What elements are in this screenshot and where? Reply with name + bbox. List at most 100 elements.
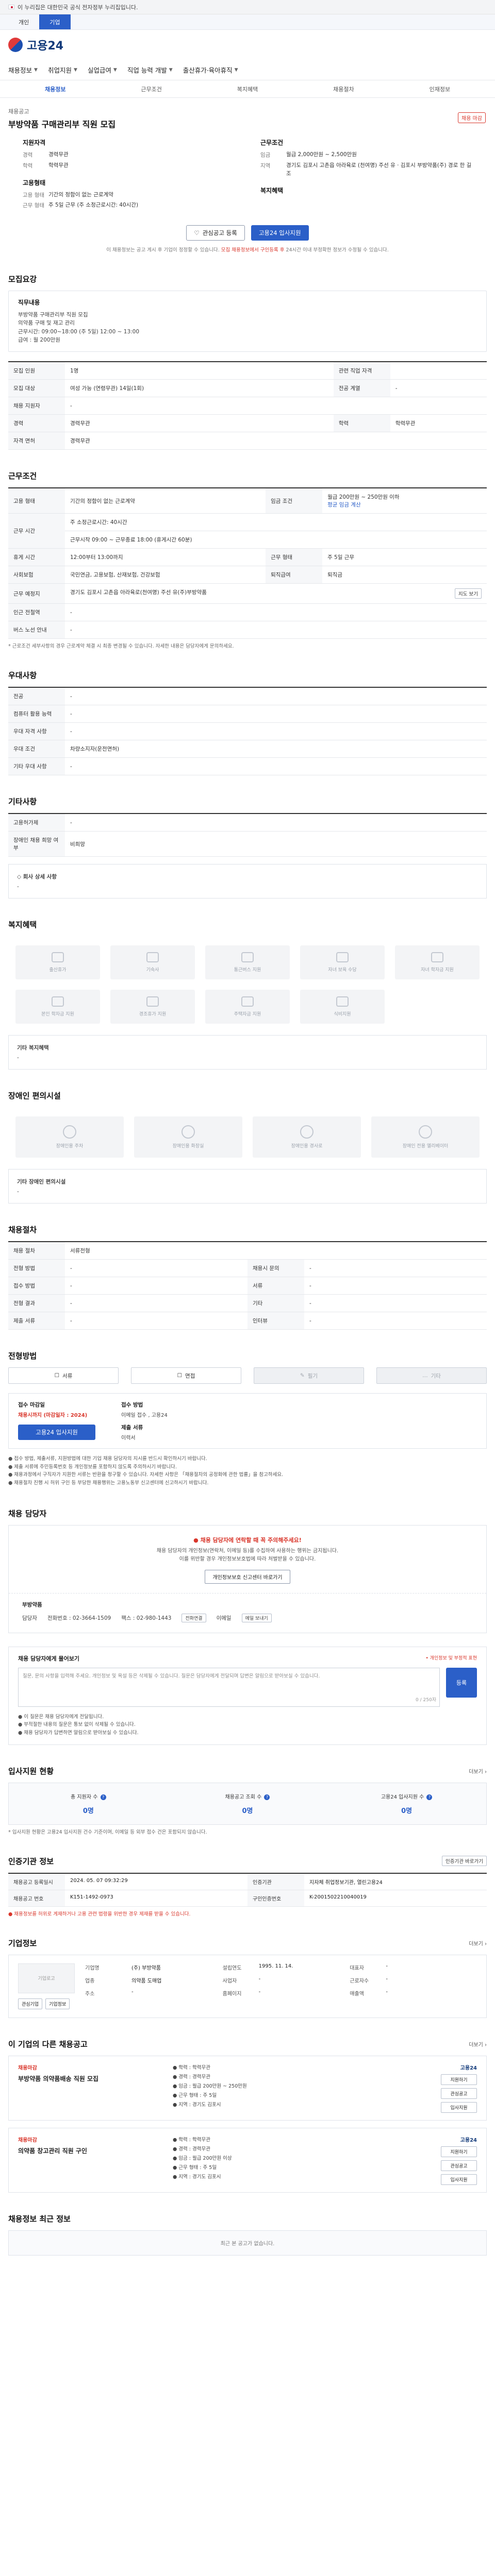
stats-more-link[interactable]: 더보기 › (469, 1767, 487, 1775)
detail-line: ● 학력 : 학력무관 (173, 2137, 210, 2143)
facility-label: 장애인용 경사로 (291, 1144, 323, 1149)
notice-text: 이 채용정보는 공고 게시 후 기업이 정정할 수 있습니다. (106, 247, 220, 253)
wage-cell: 월급 200만원 ~ 250만원 이하 평균 임금 계산 (322, 488, 487, 514)
apply-button-secondary[interactable]: 고용24 입사지원 (18, 1425, 95, 1440)
user-type-tabs: 개인 기업 (0, 14, 495, 30)
favorite-company-button[interactable]: 관심기업 (18, 1998, 43, 2009)
interview-icon: ☐ (177, 1372, 183, 1379)
company-info-button[interactable]: 기업정보 (45, 1998, 70, 2009)
box-text: - (17, 1055, 19, 1061)
contact-phone: 전화번호 : 02-3664-1509 (47, 1615, 111, 1621)
facility-label: 장애인용 화장실 (172, 1144, 204, 1149)
anchor-work[interactable]: 근무조건 (104, 85, 198, 93)
help-icon[interactable]: ? (264, 1794, 270, 1800)
report-center-button[interactable]: 개인정보보호 신고센터 바로가기 (205, 1569, 290, 1584)
welfare-etc-box: 기타 복지혜택 - (8, 1035, 487, 1070)
method-label: 서류 (62, 1372, 73, 1379)
anchor-welfare[interactable]: 복지혜택 (201, 85, 294, 93)
interest-button[interactable]: ♡ 관심공고 등록 (186, 225, 245, 241)
row-key: 접수 방법 (8, 1277, 65, 1295)
logo-mark-icon (8, 38, 23, 52)
row-value: 차량소지자(운전면허) (65, 740, 487, 758)
row-key: 사회보험 (8, 566, 65, 584)
summary-heading: 복지혜택 (260, 187, 284, 195)
chevron-right-icon: › (485, 1941, 487, 1947)
description-line: 부방약품 구매관리부 직원 모집 (18, 312, 88, 318)
field-value: - (258, 1976, 261, 1982)
table-row: 기타 우대 사항 - (8, 757, 487, 776)
job-card-details: ● 학력 : 학력무관 ● 경력 : 경력무관 ● 임금 : 월급 200만원 … (173, 2136, 420, 2185)
row-value: - (65, 687, 487, 706)
gov-notice-bar: 이 누리집은 대한민국 공식 전자정부 누리집입니다. (0, 0, 495, 14)
chevron-right-icon: › (485, 2042, 487, 2048)
method-document: ☐ 서류 (8, 1367, 119, 1384)
row-value: 여성 가능 (연령무관) 14일(1회) (65, 379, 334, 398)
wage-value: 월급 200만원 ~ 250만원 이하 (327, 494, 400, 501)
job-card-submit-button[interactable]: 입사지원 (441, 2102, 477, 2113)
anchor-process[interactable]: 채용절차 (296, 85, 390, 93)
row-key: 고용 형태 (8, 488, 65, 514)
row-value: 주 소정근로시간: 40시간 (65, 513, 487, 532)
email-button[interactable]: 메일 보내기 (241, 1613, 272, 1622)
anchor-recruit[interactable]: 채용정보 (8, 85, 102, 93)
row-key: 자격 면허 (8, 432, 65, 450)
row-value: 1명 (65, 362, 334, 380)
summary-row: 지역 경기도 김포시 고촌읍 아라육로 (천여명) 주선 유 · 김포시 부방약품… (260, 162, 472, 178)
job-card-status: 채용마감 (18, 2065, 37, 2071)
summary-block-welfare: 복지혜택 (260, 186, 472, 195)
note-item: ● 제출 서류에 주민등록번호 등 개인정보를 포함하지 않도록 주의하시기 바… (8, 1464, 177, 1470)
anchor-talent[interactable]: 인재정보 (393, 85, 487, 93)
table-row: 전형 결과 - 기타 - (8, 1294, 487, 1313)
job-card-title[interactable]: 부방약품 의약품배송 직원 모집 (18, 2074, 173, 2083)
question-textarea[interactable]: 질문, 문의 사항을 입력해 주세요. 개인정보 및 욕설 등은 삭제될 수 있… (18, 1667, 440, 1707)
table-row: 접수 방법 - 서류 - (8, 1277, 487, 1295)
gnb-item[interactable]: 실업급여 ▼ (82, 65, 122, 75)
wage-calc-link[interactable]: 평균 임금 계산 (327, 501, 482, 509)
company-more-link[interactable]: 더보기 › (469, 1939, 487, 1947)
tab-company[interactable]: 기업 (39, 14, 71, 29)
call-button[interactable]: 전화연결 (182, 1613, 206, 1622)
table-row: 제출 서류 - 인터뷰 - (8, 1312, 487, 1330)
job-summary: 지원자격 경력 경력무관 학력 학력무관 고용형태 고용 형태 기간의 정함이 없는 … (8, 130, 487, 218)
field-key: 기업명 (85, 1965, 100, 1971)
job-card-title[interactable]: 의약품 창고관리 직원 구인 (18, 2146, 173, 2155)
contact-row: 담당자 전화번호 : 02-3664-1509 팩스 : 02-980-1443… (22, 1613, 473, 1622)
ramp-icon (300, 1125, 314, 1139)
apply-button[interactable]: 고용24 입사지원 (251, 225, 309, 241)
welfare-label: 자녀 학자금 지원 (421, 968, 454, 973)
table-row: 우대 자격 사항 - (8, 722, 487, 741)
row-key: 고용허가제 (8, 814, 65, 832)
gnb-item[interactable]: 취업지원 ▼ (43, 65, 82, 75)
row-key: 관련 직업 자격 (333, 362, 390, 380)
other-jobs-more-link[interactable]: 더보기 › (469, 2040, 487, 2048)
more-icon: … (422, 1372, 428, 1379)
row-value: - (65, 1312, 248, 1330)
job-card-apply-button[interactable]: 지원하기 (441, 2074, 477, 2085)
job-card-interest-button[interactable]: 관심공고 (441, 2160, 477, 2171)
submit-question-button[interactable]: 등록 (446, 1667, 477, 1698)
company-left: 기업로고 관심기업 기업정보 (18, 1963, 75, 2009)
gnb-item[interactable]: 직업 능력 개발 ▼ (122, 65, 178, 75)
gnb-item[interactable]: 출산휴가·육아휴직 ▼ (178, 65, 243, 75)
job-card-submit-button[interactable]: 입사지원 (441, 2174, 477, 2185)
table-row: 버스 노선 안내 - (8, 621, 487, 639)
welfare-icon (146, 952, 159, 963)
period-key: 제출 서류 (121, 1425, 143, 1431)
note-item: ● 채용절차 진행 시 허위 구인 등 부당한 채용행위는 고용노동부 신고센터… (8, 1480, 209, 1486)
map-button[interactable]: 지도 보기 (455, 588, 482, 599)
job-card-interest-button[interactable]: 관심공고 (441, 2088, 477, 2099)
disabled-grid: 장애인용 주차 장애인용 화장실 장애인용 경사로 장애인 전용 엘리베이터 (8, 1107, 487, 1162)
help-icon[interactable]: ? (426, 1794, 433, 1800)
welfare-card: 주택자금 지원 (205, 990, 290, 1024)
job-card-brand: 고용24 (460, 2137, 477, 2143)
job-card-apply-button[interactable]: 지원하기 (441, 2146, 477, 2157)
tab-personal[interactable]: 개인 (8, 14, 39, 29)
cert-link-button[interactable]: 인증기관 바로가기 (442, 1856, 487, 1867)
job-card[interactable]: 채용마감 부방약품 의약품배송 직원 모집 ● 학력 : 학력무관 ● 경력 :… (8, 2055, 487, 2121)
help-icon[interactable]: ? (100, 1794, 106, 1800)
gnb-item[interactable]: 채용정보 ▼ (3, 65, 43, 75)
job-card-details: ● 학력 : 학력무관 ● 경력 : 경력무관 ● 임금 : 월급 200만원 … (173, 2063, 420, 2113)
company-logo: 기업로고 (18, 1963, 75, 1993)
site-logo[interactable]: 고용24 (8, 37, 63, 53)
job-card[interactable]: 채용마감 의약품 창고관리 직원 구인 ● 학력 : 학력무관 ● 경력 : 경… (8, 2127, 487, 2193)
